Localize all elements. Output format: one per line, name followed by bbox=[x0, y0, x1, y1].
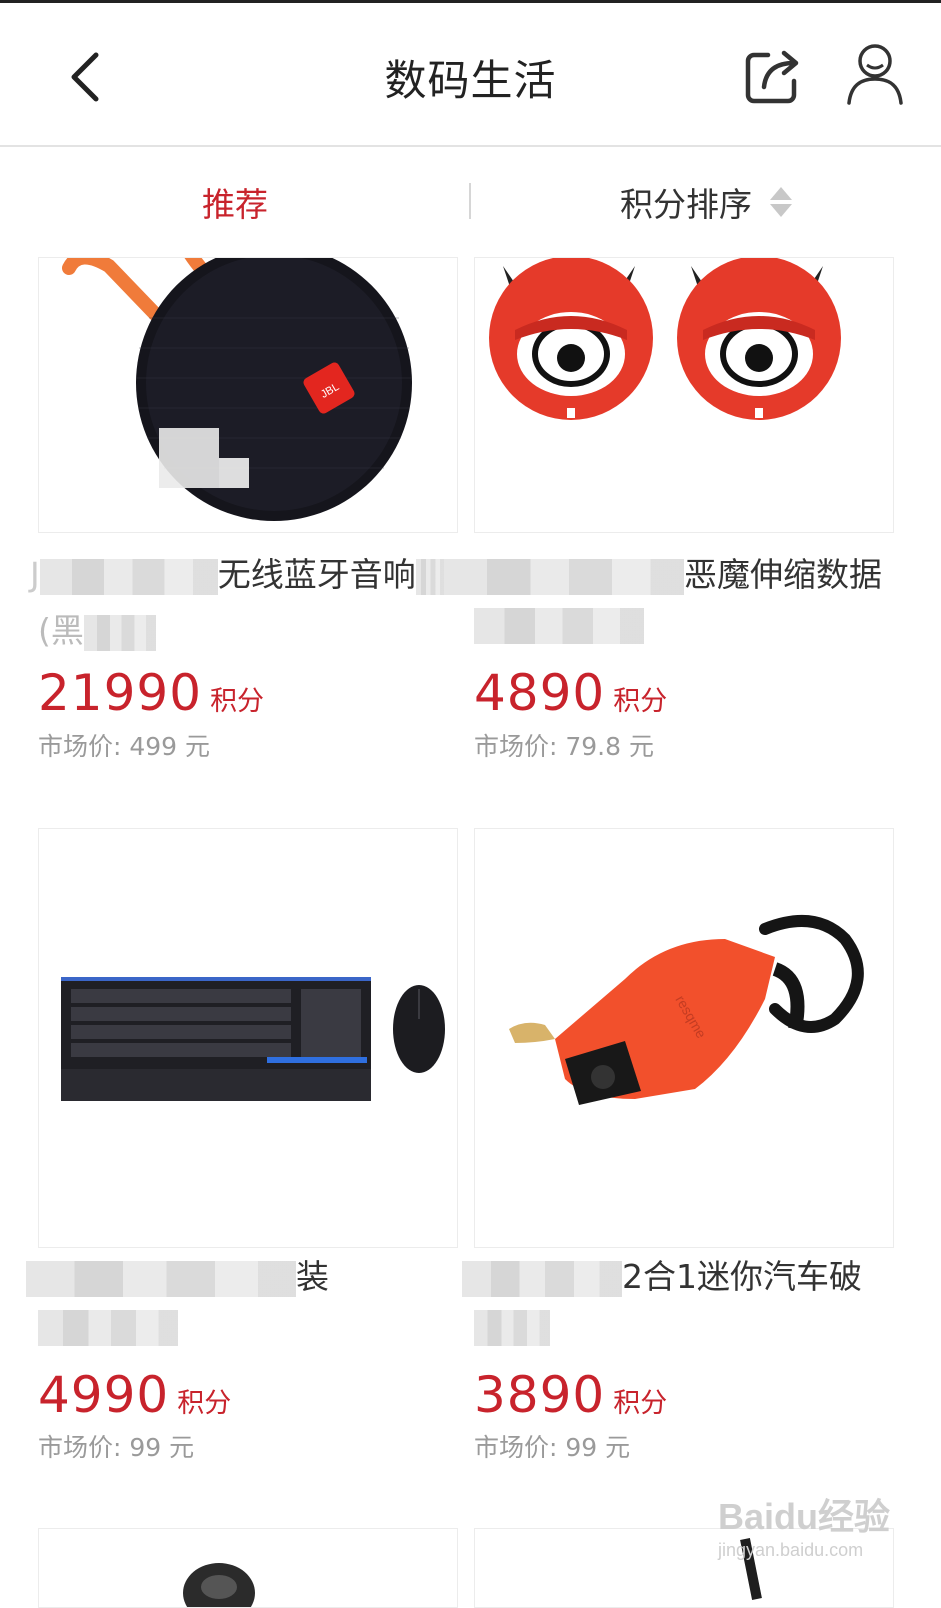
tab-points-sort-label: 积分排序 bbox=[620, 185, 752, 224]
tab-recommend[interactable]: 推荐 bbox=[0, 147, 470, 257]
market-price: 市场价: 499 元 bbox=[38, 732, 211, 761]
product-name[interactable]: J 无线蓝牙音响 bbox=[30, 548, 444, 596]
market-price: 市场价: 99 元 bbox=[38, 1433, 195, 1462]
product-name[interactable]: 恶魔伸缩数据 bbox=[444, 548, 882, 596]
product-image-speaker[interactable]: JBL bbox=[38, 257, 458, 533]
product-name-line2: (黑 bbox=[38, 604, 156, 652]
baidu-watermark: Baidu经验 jingyan.baidu.com bbox=[718, 1488, 918, 1568]
points-price: 21990 积分 bbox=[38, 664, 265, 722]
points-price: 4990 积分 bbox=[38, 1366, 232, 1424]
points-price: 4890 积分 bbox=[474, 664, 668, 722]
product-name-line2 bbox=[38, 1306, 178, 1346]
product-image-car-hammer[interactable]: resqme bbox=[474, 828, 894, 1248]
market-price: 市场价: 79.8 元 bbox=[474, 732, 654, 761]
tab-points-sort[interactable]: 积分排序 bbox=[471, 147, 941, 257]
user-profile-icon[interactable] bbox=[845, 41, 905, 107]
product-name-line2 bbox=[474, 1306, 550, 1346]
watermark-url: jingyan.baidu.com bbox=[718, 1540, 864, 1560]
share-icon[interactable] bbox=[744, 45, 802, 105]
nav-header: 数码生活 bbox=[0, 3, 941, 147]
product-image-keyboard-mouse[interactable] bbox=[38, 828, 458, 1248]
product-image-devil-cable-winder[interactable] bbox=[474, 257, 894, 533]
product-name[interactable]: 装 bbox=[26, 1250, 329, 1298]
product-name[interactable]: 2合1迷你汽车破 bbox=[462, 1250, 862, 1298]
sort-arrows-icon bbox=[770, 185, 792, 219]
market-price: 市场价: 99 元 bbox=[474, 1433, 631, 1462]
watermark-brand: Baidu经验 bbox=[718, 1496, 891, 1537]
filter-tabs: 推荐 积分排序 bbox=[0, 147, 941, 257]
product-image-next[interactable] bbox=[38, 1528, 458, 1608]
points-price: 3890 积分 bbox=[474, 1366, 668, 1424]
product-name-line2 bbox=[474, 604, 644, 644]
tab-recommend-label: 推荐 bbox=[202, 185, 268, 224]
